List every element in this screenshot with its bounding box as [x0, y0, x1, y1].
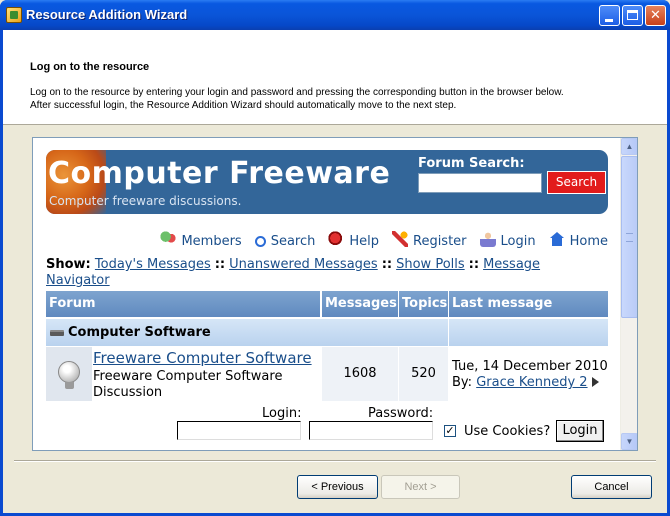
topics-count: 520: [399, 347, 448, 401]
home-icon: [548, 231, 565, 247]
separator: ::: [214, 257, 226, 272]
use-cookies-checkbox[interactable]: ✓: [444, 425, 456, 437]
forum-nav: Members Search Help Register Login Home: [146, 231, 608, 249]
separator: ::: [381, 257, 393, 272]
nav-label: Home: [569, 234, 608, 249]
vertical-scrollbar[interactable]: ▲ ▼: [620, 138, 637, 450]
forum-description-line: Freeware Computer Software: [93, 369, 283, 384]
step-description-line: Log on to the resource by entering your …: [30, 87, 564, 98]
step-description-line: After successful login, the Resource Add…: [30, 100, 457, 111]
wizard-header: Log on to the resource Log on to the res…: [3, 30, 667, 125]
category-row: Computer Software: [46, 319, 608, 346]
password-input[interactable]: [309, 421, 433, 440]
password-label: Password:: [368, 406, 434, 421]
link-todays-messages[interactable]: Today's Messages: [95, 257, 211, 272]
show-links: Show: Today's Messages:: Unanswered Messa…: [46, 257, 566, 289]
login-input[interactable]: [177, 421, 301, 440]
by-label: By:: [452, 375, 473, 390]
step-title: Log on to the resource: [30, 61, 150, 73]
footer-divider: [14, 460, 656, 462]
nav-members[interactable]: Members: [160, 231, 242, 249]
col-header-forum: Forum: [46, 291, 320, 317]
login-label: Login:: [262, 406, 302, 421]
minimize-button[interactable]: [599, 5, 620, 26]
forum-description: Freeware Computer Software Discussion: [93, 369, 319, 401]
forum-search-input[interactable]: [418, 173, 542, 193]
app-icon: [6, 7, 22, 23]
step-description: Log on to the resource by entering your …: [30, 86, 630, 112]
wizard-client: Log on to the resource Log on to the res…: [3, 30, 667, 513]
forum-status-cell: [46, 347, 92, 401]
nav-label: Members: [181, 234, 242, 249]
close-button[interactable]: ✕: [645, 5, 666, 26]
site-subtitle: Computer freeware discussions.: [49, 194, 242, 208]
forum-search-label: Forum Search:: [418, 156, 525, 171]
separator: ::: [468, 257, 480, 272]
nav-login[interactable]: Login: [479, 231, 536, 249]
last-message-by: By: Grace Kennedy 2: [452, 375, 599, 390]
nav-search[interactable]: Search: [254, 234, 316, 249]
minimize-icon: [605, 19, 613, 22]
site-banner: Computer Freeware Computer freeware disc…: [46, 150, 608, 214]
login-button[interactable]: Login: [556, 420, 604, 442]
register-icon: [392, 231, 408, 247]
col-header-topics: Topics: [399, 291, 448, 317]
nav-label: Search: [270, 234, 316, 249]
embedded-browser[interactable]: Computer Freeware Computer freeware disc…: [32, 137, 638, 451]
show-label: Show:: [46, 257, 91, 272]
lightbulb-icon: [58, 361, 80, 389]
cancel-button[interactable]: Cancel: [571, 475, 652, 499]
previous-button[interactable]: < Previous: [297, 475, 378, 499]
nav-home[interactable]: Home: [548, 231, 608, 249]
category-name: Computer Software: [68, 325, 211, 340]
title-bar[interactable]: Resource Addition Wizard ✕: [0, 0, 670, 30]
last-message-date: Tue, 14 December 2010: [452, 359, 608, 374]
forum-cell: Freeware Computer Software Freeware Comp…: [93, 347, 321, 401]
scroll-up-arrow-icon[interactable]: ▲: [621, 138, 637, 155]
collapse-icon[interactable]: [50, 330, 64, 336]
link-message-navigator[interactable]: Navigator: [46, 273, 110, 288]
forum-link[interactable]: Freeware Computer Software: [93, 349, 312, 367]
nav-register[interactable]: Register: [392, 231, 467, 249]
nav-label: Register: [413, 234, 467, 249]
forum-search-button[interactable]: Search: [547, 171, 606, 194]
next-button[interactable]: Next >: [381, 475, 460, 499]
site-title: Computer Freeware: [48, 156, 391, 191]
link-unanswered-messages[interactable]: Unanswered Messages: [229, 257, 378, 272]
scroll-thumb[interactable]: [621, 156, 637, 318]
table-row: Freeware Computer Software Freeware Comp…: [46, 347, 608, 401]
messages-count: 1608: [322, 347, 398, 401]
maximize-button[interactable]: [622, 5, 643, 26]
last-message-user-link[interactable]: Grace Kennedy 2: [476, 375, 587, 390]
use-cookies-label: Use Cookies?: [464, 424, 551, 439]
nav-label: Help: [349, 234, 379, 249]
link-message-navigator[interactable]: Message: [483, 257, 540, 272]
col-header-last-message: Last message: [449, 291, 608, 317]
scroll-down-arrow-icon[interactable]: ▼: [621, 433, 637, 450]
close-icon: ✕: [650, 7, 661, 22]
wizard-window: Resource Addition Wizard ✕ Log on to the…: [0, 0, 670, 516]
nav-label: Login: [500, 234, 536, 249]
forum-description-line: Discussion: [93, 385, 163, 400]
link-show-polls[interactable]: Show Polls: [396, 257, 465, 272]
maximize-icon: [627, 10, 638, 20]
column-divider: [448, 319, 449, 346]
goto-last-icon[interactable]: [591, 377, 599, 387]
members-icon: [160, 231, 177, 247]
help-icon: [328, 231, 345, 247]
search-icon: [254, 236, 266, 247]
login-icon: [479, 231, 496, 247]
window-title: Resource Addition Wizard: [26, 7, 188, 22]
last-message-cell: Tue, 14 December 2010 By: Grace Kennedy …: [449, 347, 608, 401]
col-header-messages: Messages: [322, 291, 398, 317]
nav-help[interactable]: Help: [328, 231, 379, 249]
